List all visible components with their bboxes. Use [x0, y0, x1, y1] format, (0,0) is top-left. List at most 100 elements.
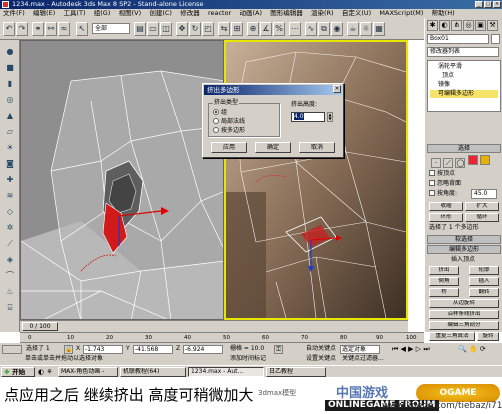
curve-editor-icon[interactable]: ∿: [305, 22, 317, 36]
render-type-icon[interactable]: ▦: [373, 22, 385, 36]
radio-local-normal[interactable]: 局部法线: [213, 118, 245, 126]
vertex-mode-icon[interactable]: ·: [431, 158, 441, 168]
menu-modifiers[interactable]: 修改器: [177, 9, 203, 18]
height-spinner[interactable]: ▲ ▼: [327, 112, 333, 122]
y-coordinate-field[interactable]: -41.568: [133, 345, 173, 354]
edge-mode-icon[interactable]: ⟋: [443, 158, 454, 168]
menu-views[interactable]: 视图(V): [116, 9, 145, 18]
edit-triangulation-button[interactable]: 编辑三角剖分: [429, 321, 499, 330]
maximize-button[interactable]: □: [484, 1, 492, 8]
previous-frame-icon[interactable]: ◀: [401, 345, 406, 353]
helper-icon[interactable]: ✚: [4, 174, 16, 186]
stack-item-mirror[interactable]: 镜像: [438, 81, 450, 89]
named-selection-icon[interactable]: ⋯: [289, 22, 301, 36]
select-move-icon[interactable]: ✥: [176, 22, 188, 36]
insert-vertex-label[interactable]: 插入顶点: [451, 256, 475, 264]
bridge-button[interactable]: 桥: [429, 288, 459, 297]
menu-create[interactable]: 创建(C): [146, 9, 175, 18]
extrude-button[interactable]: 挤出: [429, 266, 459, 275]
utilities-tab-icon[interactable]: ⚒: [487, 20, 498, 31]
key-filters-button[interactable]: 关键点过滤器...: [342, 355, 384, 363]
time-slider-thumb[interactable]: 0 / 100: [22, 322, 58, 331]
menu-file[interactable]: 文件(F): [0, 9, 28, 18]
extrude-along-spline-button[interactable]: 沿样条线挤出: [429, 310, 499, 319]
window-crossing-icon[interactable]: ◫: [160, 22, 172, 36]
go-to-start-icon[interactable]: ⏮: [392, 345, 398, 353]
apply-button[interactable]: 应用: [211, 142, 247, 153]
select-rotate-icon[interactable]: ↻: [189, 22, 201, 36]
align-icon[interactable]: ⊞: [231, 22, 243, 36]
shrink-button[interactable]: 收缩: [429, 202, 463, 211]
bone-icon[interactable]: ⟋: [4, 238, 16, 250]
menu-customize[interactable]: 自定义(U): [339, 9, 374, 18]
retriangulate-button[interactable]: 重复三角算法: [429, 332, 475, 341]
lock-icon[interactable]: 🔒: [64, 345, 73, 354]
bevel-button[interactable]: 倒角: [429, 277, 459, 286]
loop-button[interactable]: 循环: [465, 213, 499, 222]
plane-icon[interactable]: ▱: [4, 126, 16, 138]
cancel-button[interactable]: 取消: [299, 142, 335, 153]
snap-icon[interactable]: ⊕: [247, 22, 259, 36]
rollout-soft-selection[interactable]: 软选择: [427, 235, 501, 244]
pan-icon[interactable]: ✋: [469, 345, 478, 353]
close-button[interactable]: ×: [493, 1, 501, 8]
next-frame-icon[interactable]: ▷: [416, 345, 421, 353]
angle-snap-icon[interactable]: ∡: [260, 22, 272, 36]
ring-button[interactable]: 环形: [429, 213, 463, 222]
viewport-perspective-left[interactable]: [20, 40, 224, 320]
menu-graph-editors[interactable]: 图形编辑器: [267, 9, 306, 18]
object-name-field[interactable]: Box01: [427, 34, 489, 44]
x-coordinate-field[interactable]: -1.743: [83, 345, 123, 354]
turn-button[interactable]: 旋转: [477, 332, 499, 341]
bind-space-warp-icon[interactable]: ≈: [58, 22, 70, 36]
box-icon[interactable]: ■: [4, 62, 16, 74]
radio-group[interactable]: 组: [213, 109, 227, 117]
sphere-icon[interactable]: ●: [4, 46, 16, 58]
stack-item-vertex[interactable]: 顶点: [442, 72, 454, 80]
task-button[interactable]: MAX-角色动画 -: [58, 367, 118, 377]
border-mode-icon[interactable]: ◯: [455, 158, 466, 168]
camera-icon[interactable]: ◙: [4, 158, 16, 170]
menu-reactor[interactable]: reactor: [205, 9, 234, 18]
auto-key-button[interactable]: 自动关键点: [306, 345, 336, 353]
spacewarp-icon[interactable]: ≋: [4, 190, 16, 202]
menu-rendering[interactable]: 渲染(R): [308, 9, 337, 18]
percent-snap-icon[interactable]: %: [273, 22, 285, 36]
nurbs-icon[interactable]: ⌒: [4, 270, 16, 282]
material-editor-icon[interactable]: ◉: [331, 22, 343, 36]
schematic-view-icon[interactable]: ⧉: [318, 22, 330, 36]
select-by-name-icon[interactable]: ▤: [134, 22, 146, 36]
task-button-active[interactable]: 1234.max - Aut...: [188, 367, 264, 377]
zoom-icon[interactable]: 🔍: [458, 345, 467, 353]
hinge-from-edge-button[interactable]: 从边旋转: [429, 299, 499, 308]
menu-animation[interactable]: 动画(A): [236, 9, 265, 18]
selection-filter-dropdown[interactable]: 全部: [92, 23, 130, 34]
teapot-icon[interactable]: ♨: [4, 286, 16, 298]
cone-icon[interactable]: ▲: [4, 110, 16, 122]
object-color-swatch[interactable]: [491, 34, 500, 44]
track-ruler[interactable]: 0 10 20 30 40 50 60 70 80 90 100: [20, 332, 424, 343]
menu-help[interactable]: 帮助(H): [429, 9, 458, 18]
angle-value-field[interactable]: 45.0: [471, 189, 497, 199]
by-vertex-checkbox[interactable]: 按顶点: [429, 170, 455, 178]
select-icon[interactable]: ↖: [76, 22, 88, 36]
play-icon[interactable]: ▶: [408, 345, 413, 353]
unlink-icon[interactable]: ⚯: [45, 22, 57, 36]
viewport-perspective-right[interactable]: [224, 40, 408, 320]
create-tab-icon[interactable]: ✱: [427, 20, 438, 31]
start-button[interactable]: ❖ 开始: [1, 367, 35, 377]
quick-launch-icons[interactable]: ◐ ⚘: [38, 368, 53, 376]
minimize-button[interactable]: _: [475, 1, 483, 8]
inset-button[interactable]: 插入: [469, 277, 499, 286]
menu-tools[interactable]: 工具(T): [60, 9, 88, 18]
cylinder-icon[interactable]: ▮: [4, 78, 16, 90]
polygon-mode-icon[interactable]: [467, 155, 478, 165]
quick-render-icon[interactable]: ☼: [360, 22, 372, 36]
by-angle-checkbox[interactable]: 按角度:: [429, 190, 457, 198]
time-slider[interactable]: 0 / 100: [20, 320, 408, 332]
stack-item-turbosmooth[interactable]: 涡轮平滑: [438, 63, 462, 71]
task-button[interactable]: 机联教程(64): [120, 367, 186, 377]
key-filter-dropdown[interactable]: 选定对象: [340, 345, 380, 354]
stack-item-editable-poly[interactable]: 可编辑多边形: [430, 90, 498, 98]
grow-button[interactable]: 扩大: [465, 202, 499, 211]
